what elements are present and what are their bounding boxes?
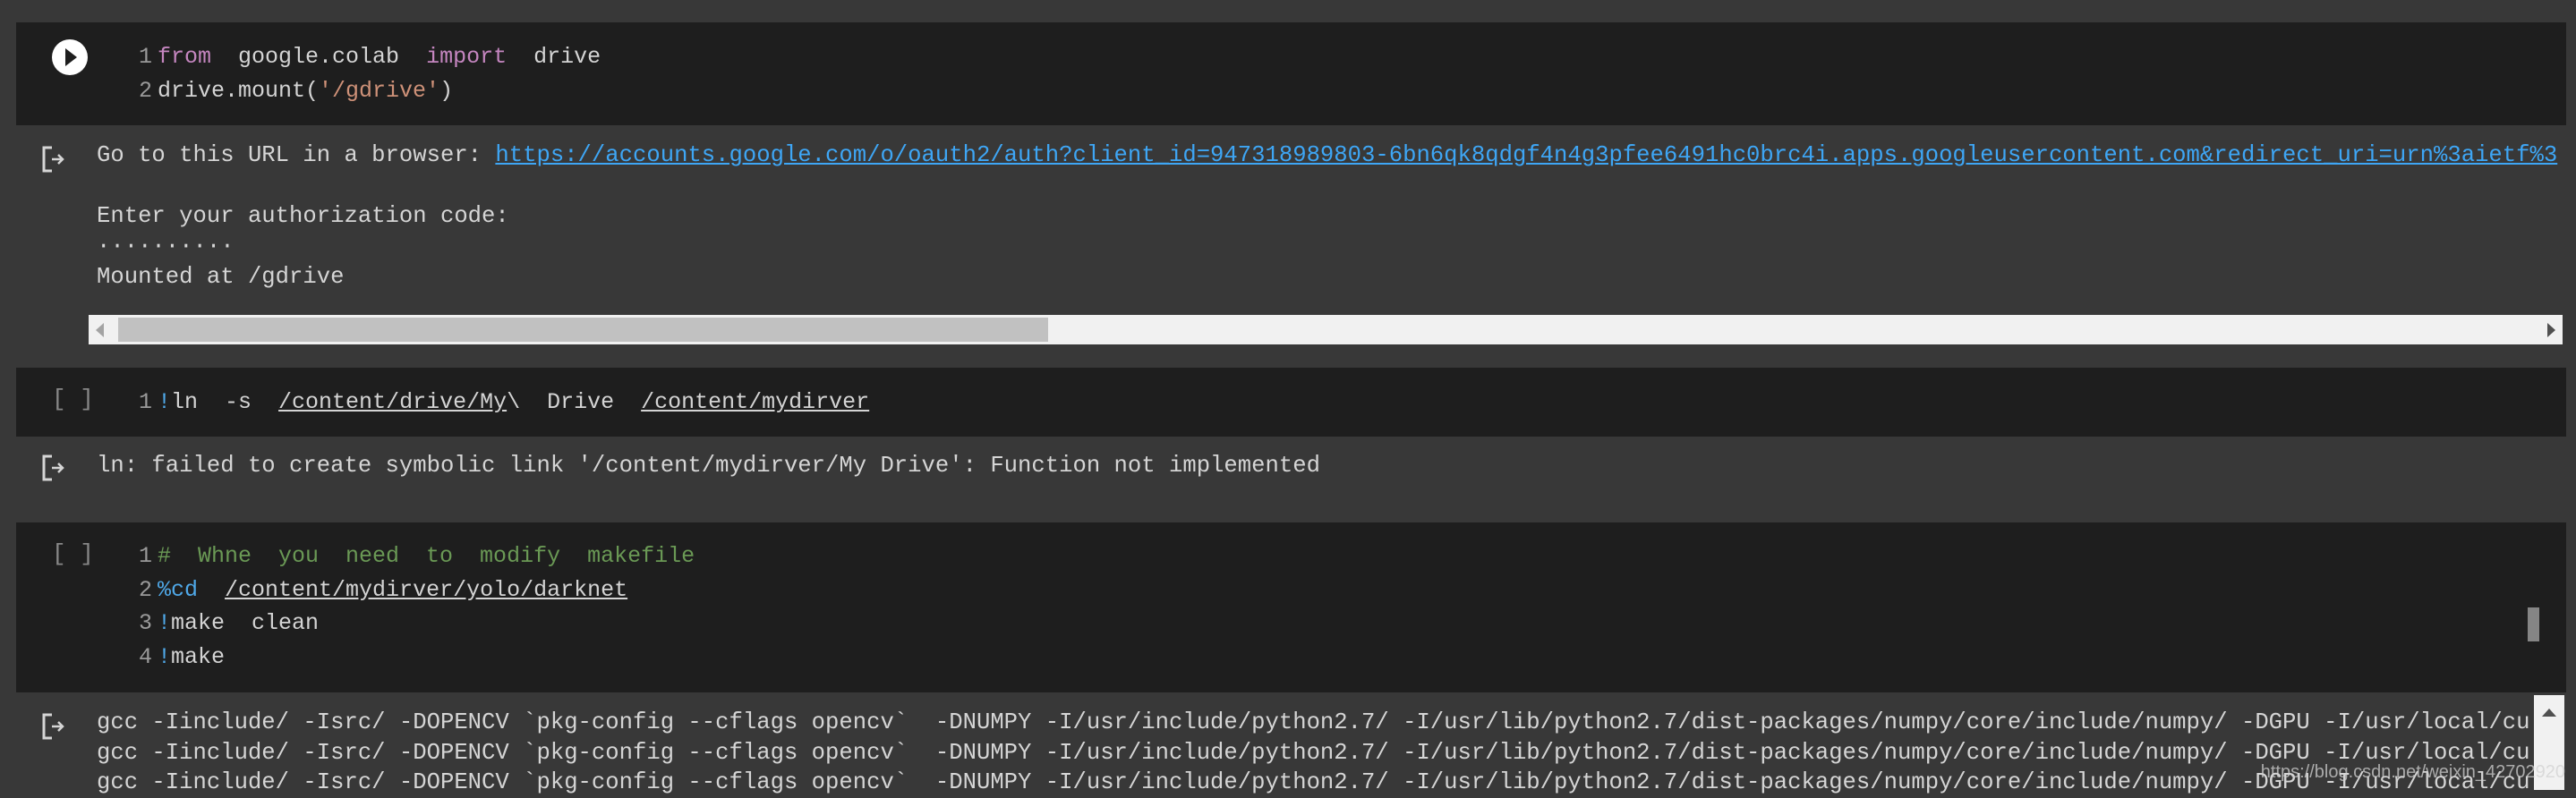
output-line: gcc -Iinclude/ -Isrc/ -DOPENCV `pkg-conf… [97,739,2530,766]
code-editor[interactable]: 1 !ln -s /content/drive/My\ Drive /conten… [116,386,869,420]
scroll-right-arrow-icon[interactable] [2547,323,2555,337]
code-token: drive [507,44,601,70]
code-token: make [171,643,226,670]
code-token: /content/mydirver [641,389,870,415]
output-icon [41,454,66,481]
code-cell-2[interactable]: [ ] 1 !ln -s /content/drive/My\ Drive /co… [16,368,2566,437]
output-icon [41,146,66,173]
clipped-output-line [97,697,2534,708]
masked-code: ·········· [97,233,235,259]
line-number: 4 [138,643,152,670]
code-token: %cd [158,576,199,603]
code-token: \ Drive [507,389,642,415]
horizontal-scrollbar[interactable] [89,315,2563,344]
code-line[interactable]: 1 !ln -s /content/drive/My\ Drive /conten… [116,386,869,420]
auth-prompt: Enter your authorization code: [97,203,509,229]
code-token: /content/mydirver/yolo/darknet [225,576,628,603]
line-number: 2 [138,78,152,104]
line-number: 1 [138,44,152,70]
output-icon [41,713,66,740]
code-line[interactable]: 3 !make clean [116,607,695,641]
code-token: google.colab [211,44,427,70]
scrollbar-thumb[interactable] [118,318,1048,342]
output-text: Go to this URL in a browser: [97,142,496,168]
scroll-up-arrow-icon[interactable] [2542,709,2556,717]
code-token: from [158,44,212,70]
code-token: /content/drive/My [278,389,508,415]
scroll-left-arrow-icon[interactable] [96,323,104,337]
code-line[interactable]: 4 !make [116,641,695,675]
output-line: gcc -Iinclude/ -Isrc/ -DOPENCV `pkg-conf… [97,709,2530,735]
code-cell-3[interactable]: [ ] 1 # Whne you need to modify makefile 2… [16,522,2566,692]
cell-2-output: ln: failed to create symbolic link '/con… [97,453,1320,479]
cell-run-state[interactable]: [ ] [52,540,94,567]
watermark: https://blog.csdn.net/weixin_42702920 [2260,762,2565,782]
code-line[interactable]: 2 %cd /content/mydirver/yolo/darknet [116,573,695,607]
mount-result: Mounted at /gdrive [97,264,345,290]
cell-1-output: Go to this URL in a browser: https://acc… [97,140,2557,293]
code-token: # Whne you need to modify makefile [158,543,695,569]
output-line: gcc -Iinclude/ -Isrc/ -DOPENCV `pkg-conf… [97,769,2530,795]
code-cell-1[interactable]: 1 from google.colab import drive 2 drive.mo… [16,22,2566,125]
code-token: import [426,44,508,70]
code-editor[interactable]: 1 from google.colab import drive 2 drive.mo… [116,40,601,108]
code-token: ) [439,78,454,104]
code-token: drive.mount( [158,78,320,104]
cell-run-state[interactable]: [ ] [52,386,94,412]
code-editor[interactable]: 1 # Whne you need to modify makefile 2 %cd … [116,539,695,674]
editor-scrollbar-thumb[interactable] [2528,607,2539,641]
code-token: make clean [171,610,320,636]
cell-3-output: gcc -Iinclude/ -Isrc/ -DOPENCV `pkg-conf… [97,697,2534,798]
code-line[interactable]: 1 # Whne you need to modify makefile [116,539,695,573]
run-cell-button[interactable] [52,39,88,75]
code-token: ! [158,610,172,636]
code-line[interactable]: 1 from google.colab import drive [116,40,601,74]
auth-url-link[interactable]: https://accounts.google.com/o/oauth2/aut… [495,142,2557,168]
line-number: 2 [138,576,152,603]
line-number: 1 [138,389,152,415]
code-token: ! [158,389,172,415]
code-token: '/gdrive' [319,78,440,104]
line-number: 3 [138,610,152,636]
line-number: 1 [138,543,152,569]
code-line[interactable]: 2 drive.mount('/gdrive') [116,74,601,108]
code-token: ! [158,643,172,670]
code-token: ln -s [171,389,279,415]
